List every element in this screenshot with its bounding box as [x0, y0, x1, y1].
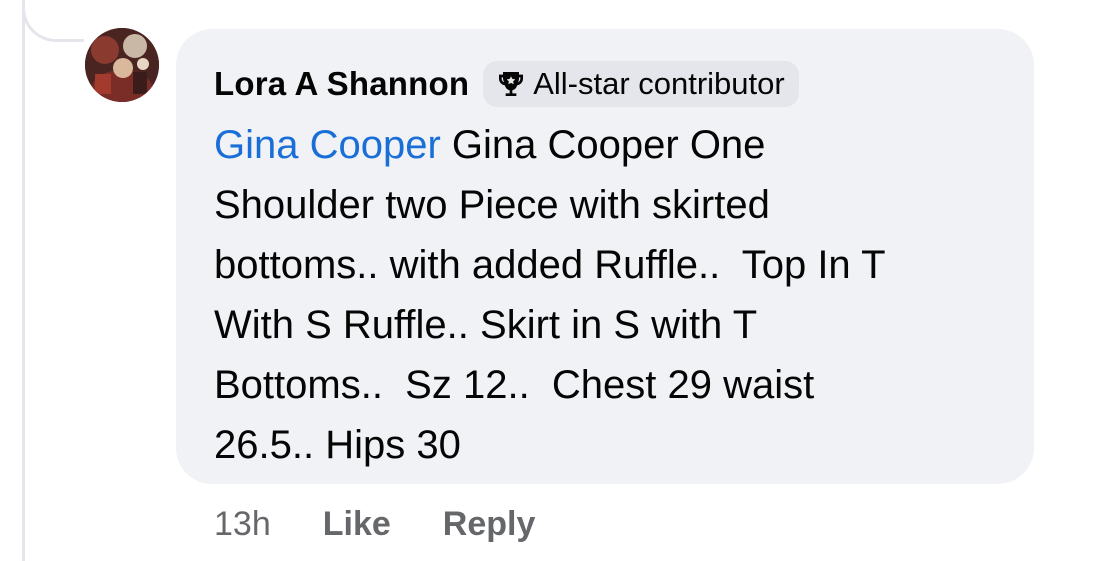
- timestamp[interactable]: 13h: [214, 505, 271, 544]
- comment-actions: 13h Like Reply: [214, 498, 587, 550]
- avatar-image: [85, 28, 159, 102]
- contributor-badge[interactable]: All-star contributor: [483, 61, 799, 107]
- thread-connector-curve: [22, 0, 84, 42]
- avatar[interactable]: [85, 28, 159, 102]
- reply-button[interactable]: Reply: [443, 505, 536, 544]
- comment-header: Lora A Shannon All-star contributor: [214, 59, 996, 109]
- comment-text: Gina Cooper One Shoulder two Piece with …: [214, 123, 886, 467]
- like-button[interactable]: Like: [323, 505, 391, 544]
- comment-bubble: Lora A Shannon All-star contributor Gina…: [176, 29, 1034, 484]
- trophy-icon: [499, 72, 524, 96]
- thread-connector-line: [22, 0, 25, 561]
- comment-thread: Lora A Shannon All-star contributor Gina…: [0, 0, 1094, 561]
- author-name[interactable]: Lora A Shannon: [214, 65, 469, 103]
- badge-label: All-star contributor: [533, 66, 785, 101]
- mention-link[interactable]: Gina Cooper: [214, 123, 441, 167]
- comment-body: Gina Cooper Gina Cooper One Shoulder two…: [214, 115, 1014, 475]
